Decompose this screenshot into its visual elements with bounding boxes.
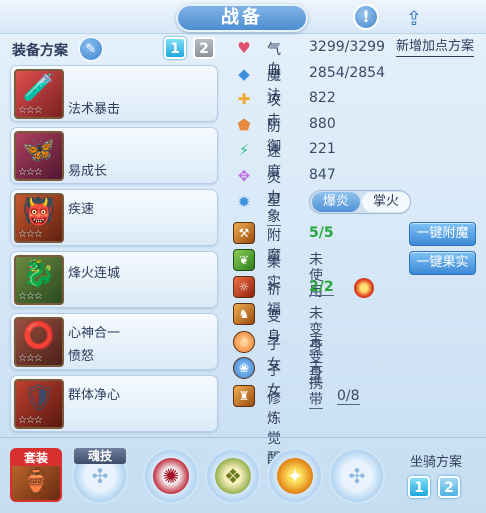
attack-icon: ✚ xyxy=(237,90,251,108)
share-icon[interactable]: ⇪ xyxy=(400,6,428,30)
skill-swirl-icon: ✺ xyxy=(153,458,189,494)
equip-effect-label: 疾速 xyxy=(68,202,95,217)
transform-icon: ♞ xyxy=(233,303,255,325)
skill-slot-1[interactable]: ✺ xyxy=(143,448,199,504)
toggle-option-zhanghuo[interactable]: 掌火 xyxy=(362,192,410,212)
star-sign-icon: ✹ xyxy=(237,193,251,211)
skill-slot-4[interactable]: ✣ xyxy=(329,448,385,504)
equip-effect-label: 烽火连城 xyxy=(68,266,121,281)
equip-slot[interactable]: 🦋 ☆☆☆ 易成长 xyxy=(10,127,218,184)
enchant-icon: ⚒ xyxy=(233,222,255,244)
stars-icon: ☆☆☆ xyxy=(18,291,43,302)
mount-plan-1-button[interactable]: 1 xyxy=(408,476,430,498)
info-button[interactable]: ! xyxy=(353,4,379,30)
soul-skill-label: 魂技 xyxy=(74,448,126,464)
equip-item-icon: 🛡 ☆☆☆ xyxy=(14,379,64,429)
shield-icon: ⬟ xyxy=(237,116,251,134)
equip-effect-label: 易成长 xyxy=(68,164,108,179)
mount-plan-label: 坐骑方案 xyxy=(410,455,463,470)
spirit-icon: ✥ xyxy=(237,167,251,185)
equip-effect-label: 法术暴击 xyxy=(68,102,121,117)
page-title: 战备 xyxy=(176,4,308,32)
stars-icon: ☆☆☆ xyxy=(18,167,43,178)
equip-item-icon: 👹 ☆☆☆ xyxy=(14,193,64,243)
stars-icon: ☆☆☆ xyxy=(18,415,43,426)
mount-plan-2-button[interactable]: 2 xyxy=(438,476,460,498)
equip-slot[interactable]: 👹 ☆☆☆ 疾速 xyxy=(10,189,218,246)
stars-icon: ☆☆☆ xyxy=(18,229,43,240)
set-item-icon: 🏺 xyxy=(21,467,51,495)
blessing-icon: ☼ xyxy=(233,276,255,298)
skill-slot-2[interactable]: ❖ xyxy=(205,448,261,504)
star-sign-toggle[interactable]: 爆炎 掌火 xyxy=(309,190,411,214)
equip-slot[interactable]: ⭕ ☆☆☆ 心神合一 愤怒 xyxy=(10,313,218,370)
set-bonus-button[interactable]: 套装 🏺 xyxy=(10,448,62,502)
equip-item-icon: 🐉 ☆☆☆ xyxy=(14,255,64,305)
equip-plan-1-button[interactable]: 1 xyxy=(164,37,186,59)
equip-effect-label: 心神合一 xyxy=(68,326,121,341)
equip-item-icon: 🧪 ☆☆☆ xyxy=(14,69,64,119)
stars-icon: ☆☆☆ xyxy=(18,353,43,364)
child-icon: ☃ xyxy=(233,331,255,353)
one-click-enchant-button[interactable]: 一键附魔 xyxy=(409,222,476,246)
equip-slot[interactable]: 🐉 ☆☆☆ 烽火连城 xyxy=(10,251,218,308)
equip-effect-label: 群体净心 xyxy=(68,388,121,403)
skill-orb-icon: ✦ xyxy=(277,458,313,494)
diamond-icon: ◆ xyxy=(238,65,250,83)
speed-icon: ⚡ xyxy=(238,141,250,159)
equip-slot[interactable]: 🧪 ☆☆☆ 法术暴击 xyxy=(10,65,218,122)
equip-plan-2-button[interactable]: 2 xyxy=(193,37,215,59)
edit-pen-icon[interactable]: ✎ xyxy=(79,37,103,61)
stars-icon: ☆☆☆ xyxy=(18,105,43,116)
divider xyxy=(0,437,486,438)
toggle-option-baoyan[interactable]: 爆炎 xyxy=(312,192,360,212)
cultivation-icon: ♜ xyxy=(233,385,255,407)
empty-slot-icon: ✣ xyxy=(348,464,366,488)
blessing-orb-icon[interactable] xyxy=(354,278,374,298)
heart-icon: ♥ xyxy=(237,39,251,57)
new-plan-link[interactable]: 新增加点方案 xyxy=(396,38,475,57)
fruit-icon: ❦ xyxy=(233,249,255,271)
equip-item-icon: ⭕ ☆☆☆ xyxy=(14,317,64,367)
skill-blade-icon: ❖ xyxy=(215,458,251,494)
paw-icon: ❀ xyxy=(233,357,255,379)
skill-slot-3[interactable]: ✦ xyxy=(267,448,323,504)
equip-item-icon: 🦋 ☆☆☆ xyxy=(14,131,64,181)
equip-plan-label: 装备方案 xyxy=(12,43,68,59)
equip-slot[interactable]: 🛡 ☆☆☆ 群体净心 xyxy=(10,375,218,432)
one-click-fruit-button[interactable]: 一键果实 xyxy=(409,251,476,275)
equip-effect-label-2: 愤怒 xyxy=(68,349,95,364)
